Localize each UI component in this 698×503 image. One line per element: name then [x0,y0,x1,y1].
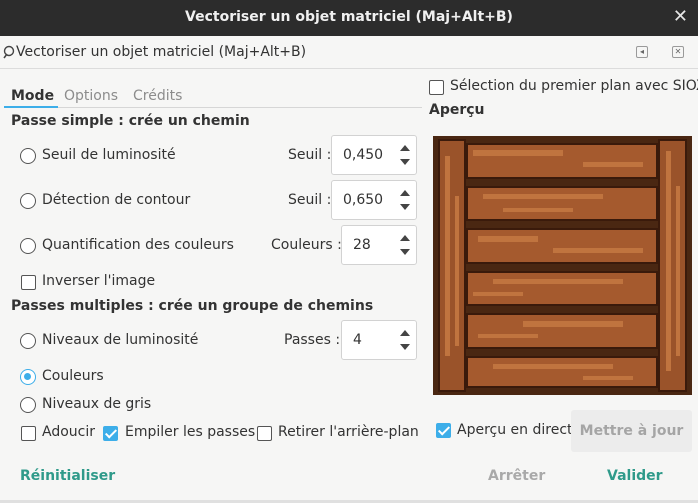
quantization-colors-label: Couleurs : [271,237,342,253]
brightness-threshold-label: Seuil : [288,147,332,163]
radio-colors[interactable] [20,369,36,385]
scans-spinbox[interactable]: 4 [341,320,417,360]
quantization-colors-value: 28 [353,237,371,253]
brightness-threshold-value: 0,450 [343,147,384,163]
decrement-icon[interactable] [400,249,410,255]
reset-button[interactable]: Réinitialiser [20,468,115,484]
color-quantization-label: Quantification des couleurs [42,237,234,253]
trace-bitmap-icon [3,45,15,59]
radio-edge-detection[interactable] [20,193,36,209]
remove-background-label: Retirer l'arrière-plan [278,424,419,440]
smooth-label: Adoucir [42,424,95,440]
scans-value: 4 [353,332,362,348]
radio-grays[interactable] [20,397,36,413]
edge-threshold-label: Seuil : [288,192,332,208]
dialog-title: Vectoriser un objet matriciel (Maj+Alt+B… [16,44,307,60]
edge-threshold-value: 0,650 [343,192,384,208]
invert-image-checkbox[interactable] [21,275,36,290]
remove-background-checkbox[interactable] [257,426,272,441]
increment-icon[interactable] [400,235,410,241]
ok-button[interactable]: Valider [607,468,663,484]
window-title: Vectoriser un objet matriciel (Maj+Alt+B… [185,9,513,25]
increment-icon[interactable] [400,330,410,336]
grays-label: Niveaux de gris [42,396,152,412]
live-preview-label: Aperçu en direct [457,422,573,438]
update-preview-button[interactable]: Mettre à jour [571,410,692,452]
stack-scans-checkbox[interactable] [103,426,118,441]
radio-color-quantization[interactable] [20,238,36,254]
smooth-checkbox[interactable] [21,426,36,441]
brightness-steps-label: Niveaux de luminosité [42,332,199,348]
dialog-close-icon[interactable]: ✕ [672,46,684,58]
siox-checkbox[interactable] [429,80,444,95]
siox-label: Sélection du premier plan avec SIOX [450,78,698,94]
tab-divider [4,107,422,108]
increment-icon[interactable] [400,190,410,196]
increment-icon[interactable] [400,145,410,151]
preview-title: Aperçu [429,102,485,118]
tab-options[interactable]: Options [64,88,118,104]
stop-button[interactable]: Arrêter [488,468,545,484]
tab-mode[interactable]: Mode [11,88,54,104]
dialog-header: Vectoriser un objet matriciel (Maj+Alt+B… [0,36,698,69]
decrement-icon[interactable] [400,344,410,350]
invert-image-label: Inverser l'image [42,273,156,289]
colors-label: Couleurs [42,368,104,384]
window-titlebar: Vectoriser un objet matriciel (Maj+Alt+B… [0,0,698,36]
tab-credits[interactable]: Crédits [133,88,182,104]
decrement-icon[interactable] [400,204,410,210]
scans-label: Passes : [284,332,341,348]
preview-image [433,136,692,395]
window-close-icon[interactable]: ✕ [673,7,688,27]
active-tab-indicator [4,106,58,108]
live-preview-checkbox[interactable] [436,423,451,438]
edge-threshold-spinbox[interactable]: 0,650 [331,180,417,220]
brightness-cutoff-label: Seuil de luminosité [42,147,176,163]
dialog-collapse-icon[interactable]: ◂ [636,46,648,58]
stack-scans-label: Empiler les passes [125,424,256,440]
radio-brightness-cutoff[interactable] [20,148,36,164]
multi-scan-title: Passes multiples : crée un groupe de che… [11,298,374,314]
single-scan-title: Passe simple : crée un chemin [11,113,250,129]
radio-brightness-steps[interactable] [20,333,36,349]
quantization-colors-spinbox[interactable]: 28 [341,225,417,265]
decrement-icon[interactable] [400,159,410,165]
brightness-threshold-spinbox[interactable]: 0,450 [331,135,417,175]
edge-detection-label: Détection de contour [42,192,191,208]
